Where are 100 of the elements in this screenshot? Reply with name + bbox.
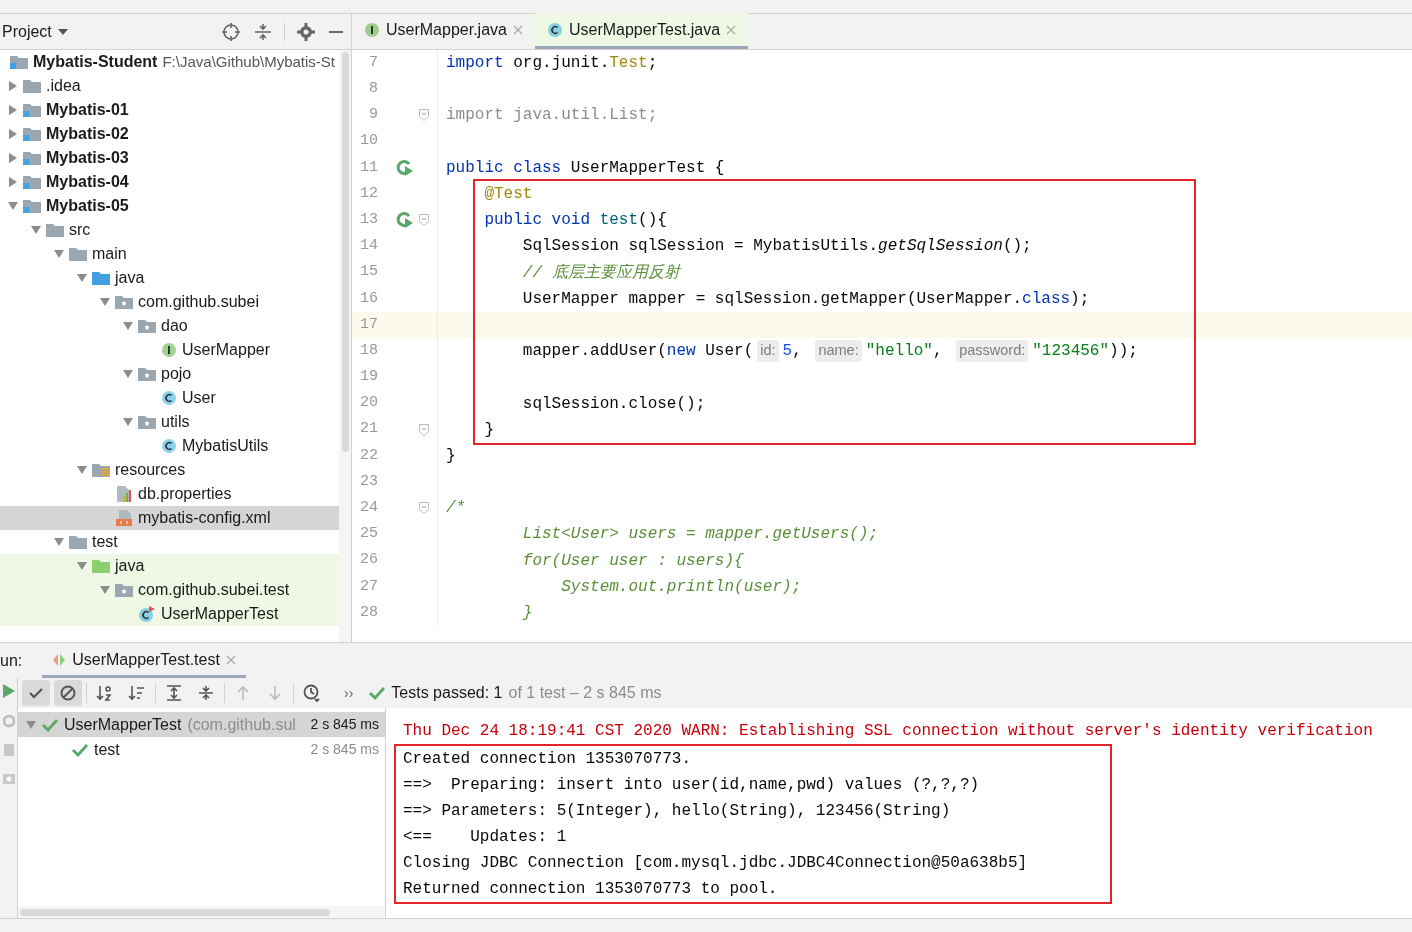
play-icon[interactable] [2, 684, 15, 698]
expanded-arrow-icon[interactable] [77, 561, 87, 571]
project-view-dropdown[interactable]: Project [2, 19, 68, 44]
test-duration: 2 s 845 ms [310, 715, 379, 734]
expanded-arrow-icon[interactable] [31, 225, 41, 235]
code-text: )); [1109, 341, 1138, 363]
fold-marker-icon[interactable] [419, 502, 429, 515]
tree-item-label: pojo [161, 364, 192, 384]
code-string: "hello" [865, 341, 933, 363]
tree-item-label: java [115, 268, 145, 288]
console-line: Created connection 1353070773. [403, 749, 693, 770]
code-text: SqlSession sqlSession = MybatisUtils. [521, 236, 879, 258]
fold-marker-icon[interactable] [419, 214, 429, 227]
code-text: , [792, 341, 803, 363]
folder-icon [92, 271, 110, 285]
folder-icon [23, 79, 41, 93]
tree-item-label: src [69, 220, 91, 240]
package-icon [138, 415, 156, 429]
close-icon[interactable] [726, 24, 737, 35]
scrollbar-thumb[interactable] [20, 908, 330, 916]
expanded-arrow-icon[interactable] [54, 537, 64, 547]
class-icon [546, 21, 563, 38]
collapsed-arrow-icon[interactable] [8, 177, 18, 187]
collapsed-arrow-icon[interactable] [8, 153, 18, 163]
module-folder-icon [23, 151, 41, 165]
resources-folder-icon [92, 463, 110, 477]
fold-marker-icon[interactable] [419, 423, 429, 436]
expanded-arrow-icon[interactable] [8, 201, 18, 211]
code-keyword: public void [483, 210, 592, 232]
run-test-icon[interactable] [396, 211, 414, 230]
show-passed-icon[interactable] [22, 680, 50, 706]
collapsed-arrow-icon[interactable] [8, 105, 18, 115]
tree-item-path: F:\Java\Github\Mybatis-St [162, 51, 335, 72]
run-tab[interactable]: UserMapperTest.test [42, 644, 246, 678]
tree-item-label: mybatis-config.xml [138, 508, 271, 528]
code-text: (); [1002, 236, 1032, 258]
code-text: ; [647, 53, 658, 75]
expanded-arrow-icon[interactable] [123, 369, 133, 379]
line-number: 27 [359, 576, 378, 597]
expanded-arrow-icon[interactable] [100, 585, 110, 595]
line-number: 7 [368, 52, 378, 73]
expanded-arrow-icon[interactable] [77, 465, 87, 475]
expanded-arrow-icon[interactable] [123, 321, 133, 331]
fold-marker-icon[interactable] [419, 109, 429, 122]
show-ignored-icon[interactable] [54, 680, 82, 706]
interface-icon [364, 21, 380, 38]
code-comment: /* [446, 498, 466, 520]
test-class-icon [138, 606, 156, 622]
line-number: 12 [359, 183, 378, 204]
caret-icon [57, 28, 68, 35]
scrollbar-thumb[interactable] [341, 52, 349, 452]
code-text: org.junit. [513, 53, 610, 75]
test-tree-item[interactable]: UserMapperTest (com.github.sul 2 s 845 ms [18, 712, 385, 737]
close-icon[interactable] [225, 654, 236, 665]
code-text: } [483, 419, 494, 441]
collapse-all-icon[interactable] [254, 22, 272, 41]
code-text: test [599, 210, 639, 232]
editor-tab[interactable]: UserMapperTest.java [534, 13, 749, 49]
line-number: 19 [359, 367, 378, 388]
collapsed-arrow-icon[interactable] [8, 129, 18, 139]
code-text: sqlSession.close(); [521, 393, 706, 415]
expanded-arrow-icon[interactable] [77, 273, 87, 283]
expanded-arrow-icon[interactable] [123, 417, 133, 427]
tree-item[interactable]: com.github.subei.test [0, 578, 339, 602]
collapsed-arrow-icon[interactable] [8, 81, 18, 91]
tree-item-label: dao [161, 316, 188, 336]
tree-item-label: User [182, 388, 216, 408]
settings-icon[interactable] [297, 22, 315, 41]
line-number: 20 [359, 393, 378, 414]
tree-item[interactable]: java [0, 554, 339, 578]
more-button[interactable]: ›› [344, 682, 354, 704]
line-number: 17 [359, 314, 378, 335]
tree-item-label: java [115, 556, 145, 576]
tree-item[interactable]: mybatis-config.xml [0, 506, 339, 530]
code-text: 5 [782, 341, 793, 363]
tree-item-label: resources [115, 460, 186, 480]
expanded-arrow-icon[interactable] [54, 249, 64, 259]
close-icon[interactable] [512, 24, 523, 35]
module-folder-icon [23, 175, 41, 189]
tree-item[interactable]: UserMapperTest [0, 602, 339, 626]
code-text: User( [704, 341, 754, 363]
line-number: 16 [359, 288, 378, 309]
package-icon [115, 583, 133, 597]
test-duration: 2 s 845 ms [310, 740, 379, 759]
target-icon[interactable] [222, 22, 240, 41]
code-comment: } [521, 603, 533, 625]
run-test-icon[interactable] [396, 158, 414, 177]
code-keyword: new [666, 341, 696, 363]
interface-icon [161, 342, 177, 358]
code-text: Test [609, 53, 648, 75]
line-number: 25 [359, 524, 378, 545]
console-line: ==> Preparing: insert into user(id,name,pwd) values (?,?,?) [403, 775, 981, 796]
line-number: 9 [368, 105, 378, 126]
line-number: 28 [359, 602, 378, 623]
editor-tab[interactable]: UserMapper.java [352, 13, 535, 49]
expanded-arrow-icon[interactable] [100, 297, 110, 307]
code-text: @Test [483, 184, 533, 206]
expanded-arrow-icon[interactable] [26, 719, 36, 730]
test-tree-item[interactable]: test 2 s 845 ms [18, 737, 385, 762]
code-text: import java.util.List; [446, 105, 658, 127]
